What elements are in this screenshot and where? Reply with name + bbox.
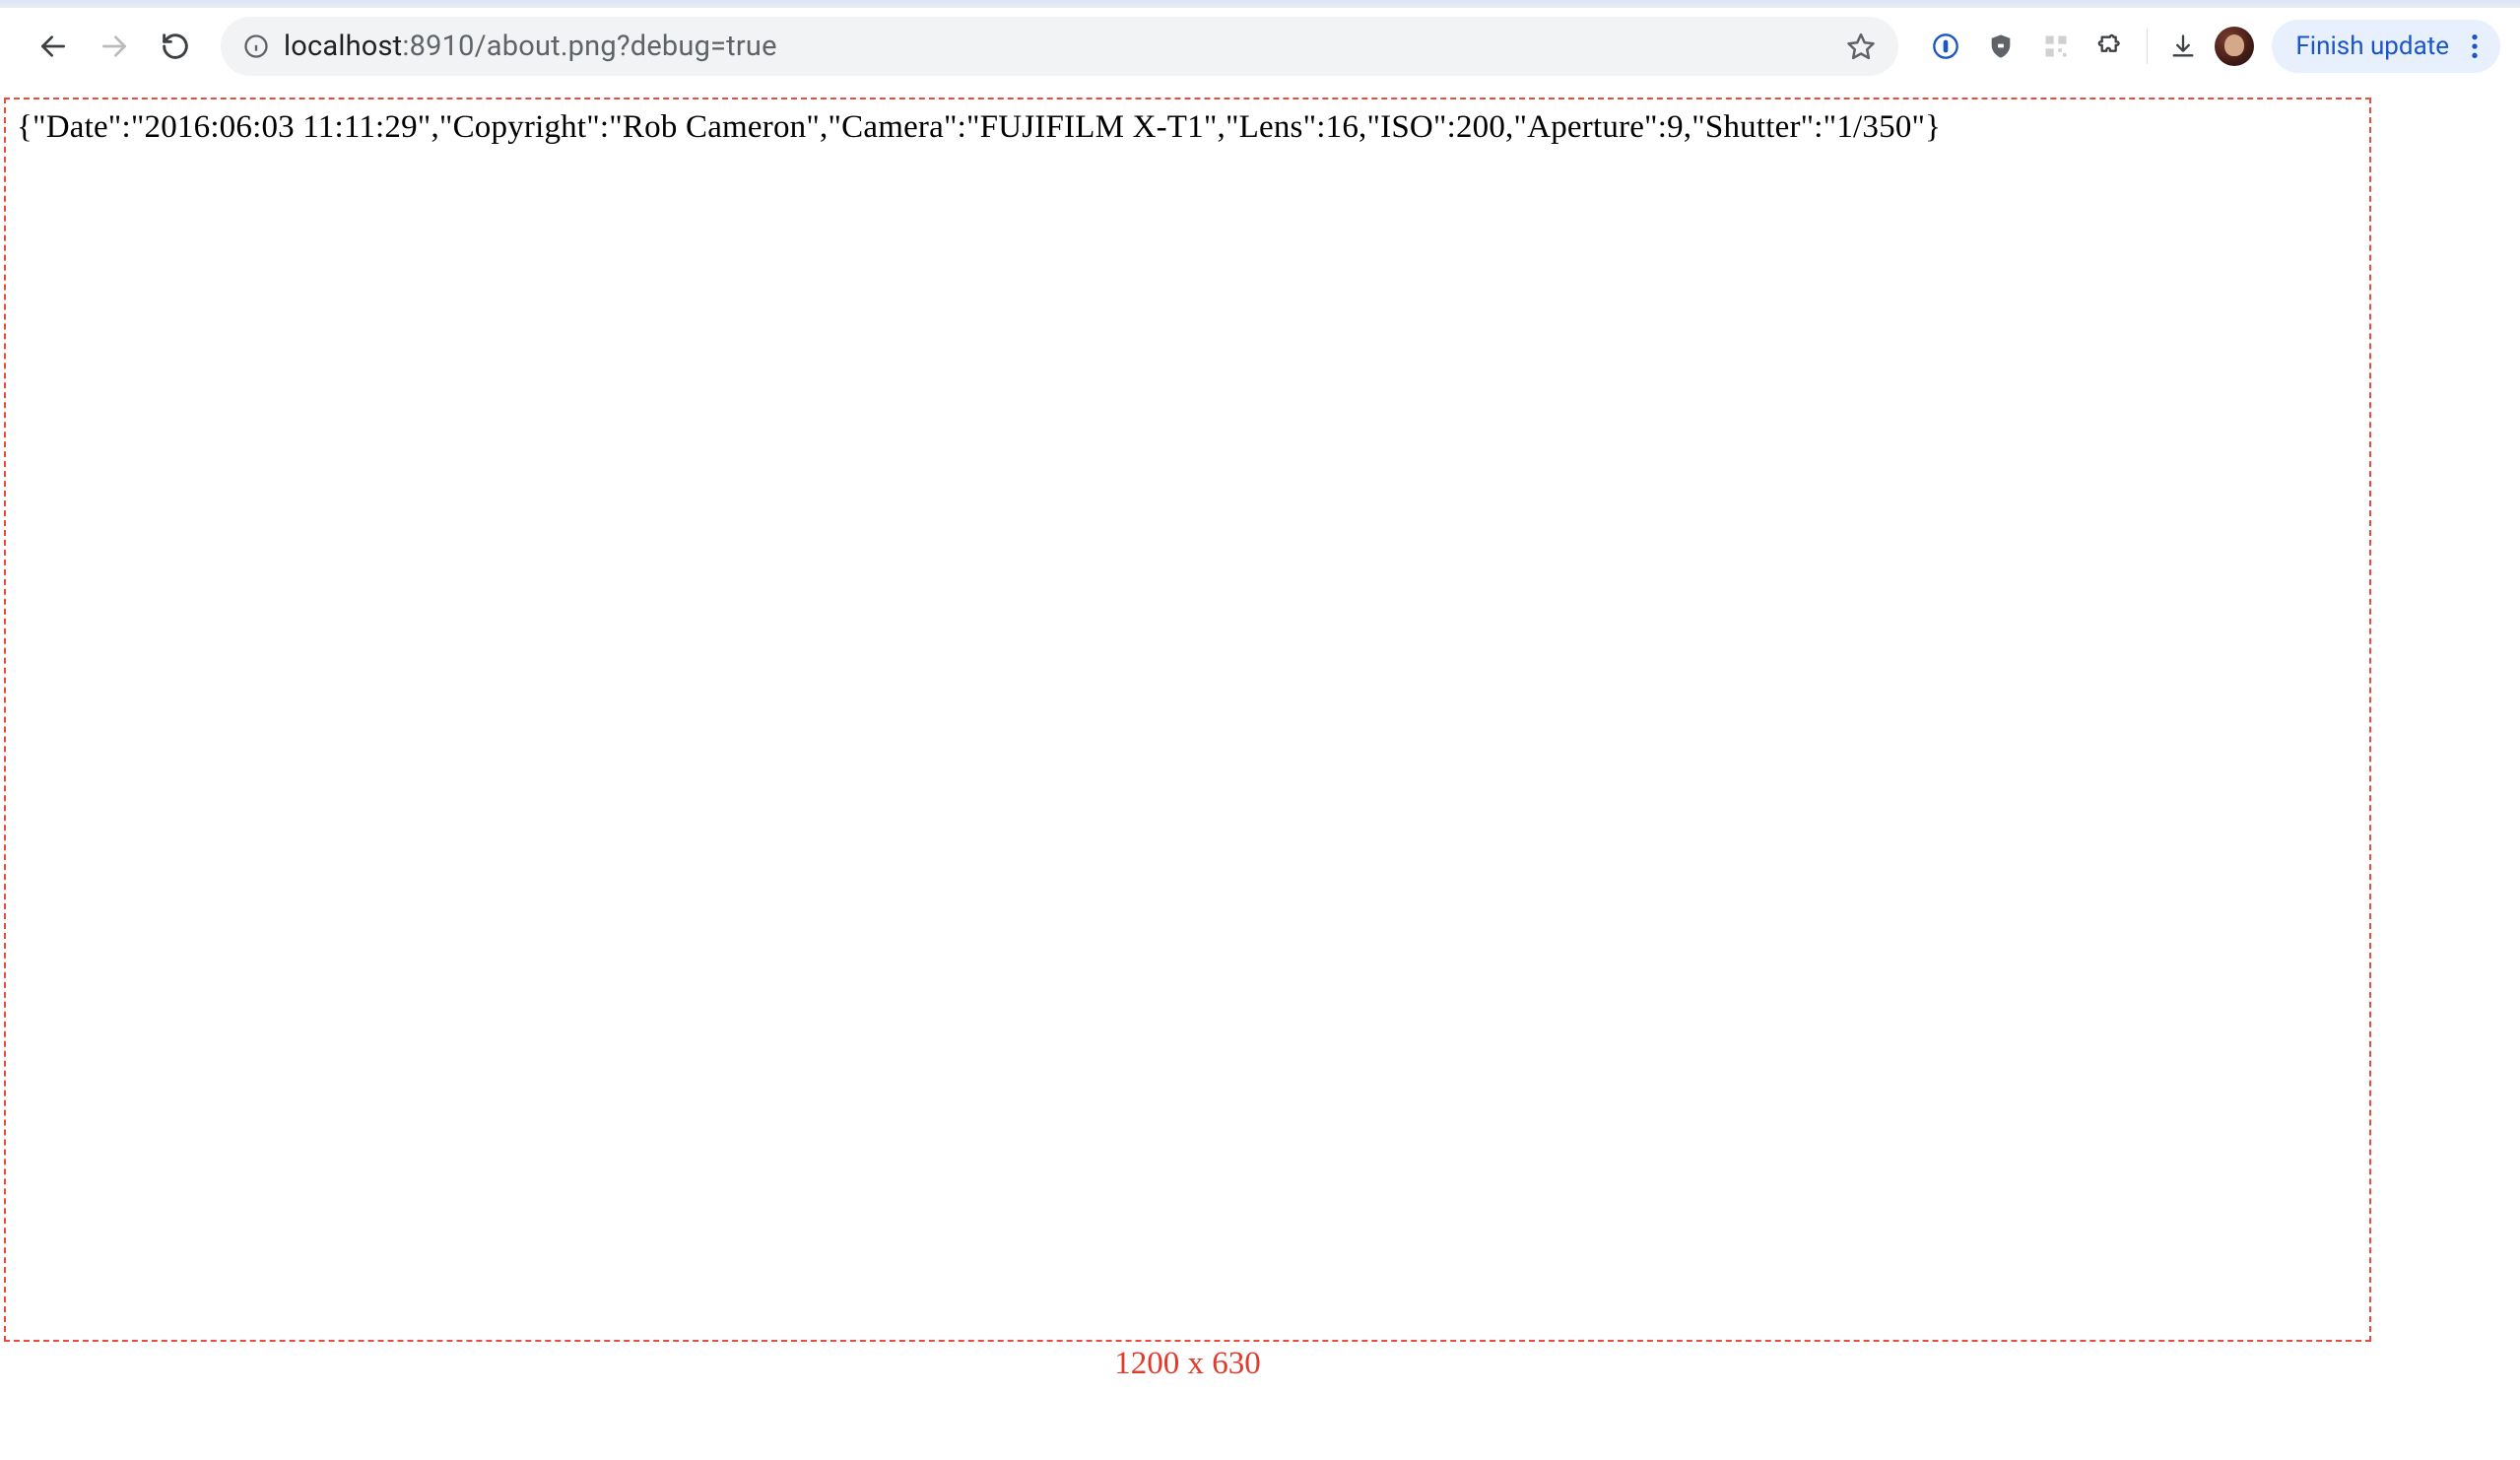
dimensions-label: 1200 x 630	[4, 1346, 2371, 1382]
arrow-left-icon	[37, 31, 69, 62]
extension-shield[interactable]	[1977, 23, 2024, 70]
star-icon	[1846, 32, 1876, 61]
onepassword-icon	[1932, 33, 1959, 60]
menu-button[interactable]	[2459, 31, 2490, 62]
shield-icon	[1987, 33, 2015, 60]
qr-icon	[2042, 33, 2070, 60]
site-info-icon[interactable]	[242, 33, 270, 60]
download-icon	[2169, 33, 2197, 60]
bookmark-button[interactable]	[1837, 23, 1885, 70]
page-content: {"Date":"2016:06:03 11:11:29","Copyright…	[0, 84, 2520, 1382]
forward-button[interactable]	[87, 19, 142, 74]
update-label: Finish update	[2295, 32, 2449, 61]
toolbar-separator	[2147, 29, 2148, 64]
extension-1password[interactable]	[1922, 23, 1969, 70]
reload-button[interactable]	[148, 19, 203, 74]
extensions-button[interactable]	[2088, 23, 2135, 70]
url-path: :8910/about.png?debug=true	[402, 30, 776, 63]
reload-icon	[160, 31, 191, 62]
toolbar-right: Finish update	[1922, 20, 2500, 73]
url-host: localhost	[284, 30, 402, 63]
puzzle-icon	[2097, 33, 2125, 60]
browser-toolbar: localhost:8910/about.png?debug=true	[0, 8, 2520, 84]
profile-avatar[interactable]	[2215, 27, 2254, 66]
url-text[interactable]: localhost:8910/about.png?debug=true	[284, 30, 1824, 63]
extension-qr[interactable]	[2032, 23, 2080, 70]
back-button[interactable]	[26, 19, 81, 74]
address-bar[interactable]: localhost:8910/about.png?debug=true	[221, 17, 1898, 76]
arrow-right-icon	[99, 31, 130, 62]
info-icon	[242, 33, 270, 60]
update-chip[interactable]: Finish update	[2272, 20, 2500, 73]
debug-json-text: {"Date":"2016:06:03 11:11:29","Copyright…	[17, 109, 1941, 146]
downloads-button[interactable]	[2159, 23, 2207, 70]
kebab-icon	[2459, 31, 2490, 62]
browser-frame-top	[0, 0, 2520, 8]
debug-dashed-box: {"Date":"2016:06:03 11:11:29","Copyright…	[4, 98, 2371, 1342]
